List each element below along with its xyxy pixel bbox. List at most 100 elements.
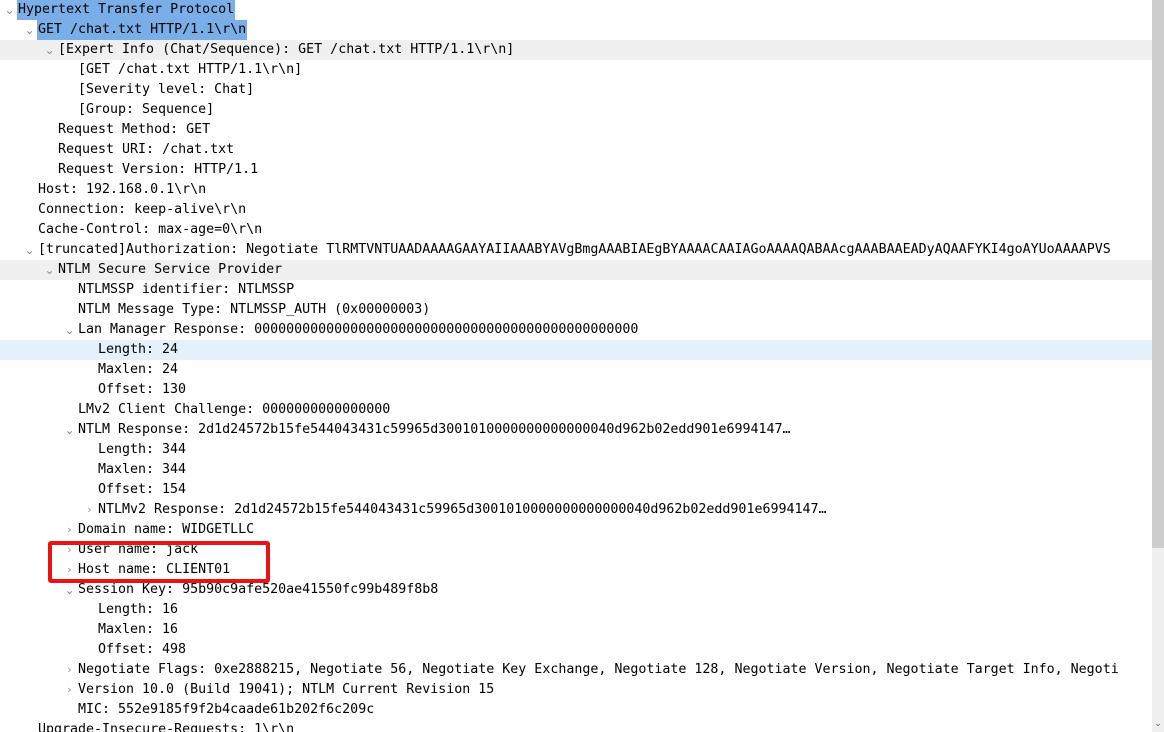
- tree-row[interactable]: Upgrade-Insecure-Requests: 1\r\n: [0, 720, 1152, 732]
- chevron-right-icon[interactable]: ›: [82, 500, 97, 520]
- scrollbar-thumb[interactable]: [1152, 0, 1164, 548]
- chevron-down-icon[interactable]: ⌄: [22, 240, 37, 260]
- tree-row[interactable]: Offset: 498: [0, 640, 1152, 660]
- row-content: ⌄ [Expert Info (Chat/Sequence): GET /chat…: [0, 40, 515, 60]
- row-content: [Severity level: Chat]: [0, 80, 255, 100]
- tree-row-label: Negotiate Flags: 0xe2888215, Negotiate 5…: [78, 662, 1119, 677]
- tree-row-label: Length: 344: [98, 442, 187, 457]
- tree-row[interactable]: › NTLMv2 Response: 2d1d24572b15fe54404343…: [0, 500, 1152, 520]
- tree-row[interactable]: ⌄ NTLM Response: 2d1d24572b15fe544043431c…: [0, 420, 1152, 440]
- tree-row-label: [Severity level: Chat]: [78, 82, 255, 97]
- vertical-scrollbar[interactable]: ⌄: [1152, 0, 1164, 732]
- tree-row[interactable]: ⌄ GET /chat.txt HTTP/1.1\r\n: [0, 20, 1152, 40]
- row-content: Maxlen: 16: [0, 620, 179, 640]
- row-content: ⌄ Hypertext Transfer Protocol: [0, 0, 236, 20]
- twisty-placeholder: [22, 220, 37, 240]
- chevron-down-icon[interactable]: ⌄: [22, 20, 37, 40]
- twisty-placeholder: [42, 160, 57, 180]
- chevron-right-icon[interactable]: ›: [62, 560, 77, 580]
- tree-row[interactable]: › Host name: CLIENT01: [0, 560, 1152, 580]
- tree-row[interactable]: Length: 24: [0, 340, 1152, 360]
- row-content: › Host name: CLIENT01: [0, 560, 231, 580]
- twisty-placeholder: [62, 80, 77, 100]
- tree-row[interactable]: Connection: keep-alive\r\n: [0, 200, 1152, 220]
- scroll-down-arrow-icon[interactable]: ⌄: [1152, 716, 1164, 732]
- tree-row[interactable]: › Version 10.0 (Build 19041); NTLM Curren…: [0, 680, 1152, 700]
- chevron-right-icon[interactable]: ›: [62, 520, 77, 540]
- tree-row[interactable]: Length: 344: [0, 440, 1152, 460]
- tree-row[interactable]: Request URI: /chat.txt: [0, 140, 1152, 160]
- tree-row[interactable]: ⌄ Lan Manager Response: 00000000000000000…: [0, 320, 1152, 340]
- twisty-placeholder: [82, 360, 97, 380]
- tree-row[interactable]: › Negotiate Flags: 0xe2888215, Negotiate …: [0, 660, 1152, 680]
- tree-row-label: Version 10.0 (Build 19041); NTLM Current…: [78, 682, 495, 697]
- tree-row[interactable]: [Severity level: Chat]: [0, 80, 1152, 100]
- chevron-right-icon[interactable]: ›: [62, 680, 77, 700]
- row-content: MIC: 552e9185f9f2b4caade61b202f6c209c: [0, 700, 375, 720]
- tree-row[interactable]: ⌄ [Expert Info (Chat/Sequence): GET /chat…: [0, 40, 1152, 60]
- tree-row[interactable]: NTLMSSP identifier: NTLMSSP: [0, 280, 1152, 300]
- tree-row-label: User name: jack: [78, 542, 199, 557]
- tree-row[interactable]: ⌄ Hypertext Transfer Protocol: [0, 0, 1152, 20]
- tree-row[interactable]: ⌄ Session Key: 95b90c9afe520ae41550fc99b4…: [0, 580, 1152, 600]
- tree-row-label: Request Method: GET: [58, 122, 211, 137]
- chevron-down-icon[interactable]: ⌄: [62, 580, 77, 600]
- tree-row[interactable]: ⌄ [truncated]Authorization: Negotiate TlR…: [0, 240, 1152, 260]
- tree-row-label: Maxlen: 344: [98, 462, 187, 477]
- tree-row[interactable]: Maxlen: 344: [0, 460, 1152, 480]
- row-content: [Group: Sequence]: [0, 100, 215, 120]
- tree-row[interactable]: Host: 192.168.0.1\r\n: [0, 180, 1152, 200]
- tree-row-label: Cache-Control: max-age=0\r\n: [38, 222, 263, 237]
- tree-row[interactable]: MIC: 552e9185f9f2b4caade61b202f6c209c: [0, 700, 1152, 720]
- chevron-down-icon[interactable]: ⌄: [42, 40, 57, 60]
- chevron-down-icon[interactable]: ⌄: [62, 320, 77, 340]
- tree-row[interactable]: Cache-Control: max-age=0\r\n: [0, 220, 1152, 240]
- tree-row[interactable]: NTLM Message Type: NTLMSSP_AUTH (0x00000…: [0, 300, 1152, 320]
- tree-row[interactable]: ⌄ NTLM Secure Service Provider: [0, 260, 1152, 280]
- tree-row[interactable]: [Group: Sequence]: [0, 100, 1152, 120]
- twisty-placeholder: [22, 200, 37, 220]
- twisty-placeholder: [62, 300, 77, 320]
- row-content: Offset: 498: [0, 640, 187, 660]
- tree-row[interactable]: Maxlen: 16: [0, 620, 1152, 640]
- chevron-down-icon[interactable]: ⌄: [62, 420, 77, 440]
- twisty-placeholder: [82, 600, 97, 620]
- tree-row[interactable]: [GET /chat.txt HTTP/1.1\r\n]: [0, 60, 1152, 80]
- tree-row[interactable]: Request Method: GET: [0, 120, 1152, 140]
- tree-row-label: MIC: 552e9185f9f2b4caade61b202f6c209c: [78, 702, 375, 717]
- twisty-placeholder: [82, 460, 97, 480]
- tree-row-label: Domain name: WIDGETLLC: [78, 522, 255, 537]
- tree-row-label: [Expert Info (Chat/Sequence): GET /chat.…: [58, 42, 515, 57]
- row-content: Host: 192.168.0.1\r\n: [0, 180, 207, 200]
- tree-row-label: NTLMv2 Response: 2d1d24572b15fe544043431…: [98, 502, 827, 517]
- tree-row[interactable]: Maxlen: 24: [0, 360, 1152, 380]
- twisty-placeholder: [62, 100, 77, 120]
- row-content: Request Version: HTTP/1.1: [0, 160, 259, 180]
- chevron-right-icon[interactable]: ›: [62, 660, 77, 680]
- twisty-placeholder: [42, 120, 57, 140]
- chevron-right-icon[interactable]: ›: [62, 540, 77, 560]
- tree-row-label: Maxlen: 16: [98, 622, 179, 637]
- chevron-down-icon[interactable]: ⌄: [42, 260, 57, 280]
- tree-row[interactable]: › User name: jack: [0, 540, 1152, 560]
- packet-details-tree[interactable]: ⌄ Hypertext Transfer Protocol ⌄ GET /chat.t…: [0, 0, 1152, 732]
- tree-row[interactable]: › Domain name: WIDGETLLC: [0, 520, 1152, 540]
- tree-row-label: Offset: 498: [98, 642, 187, 657]
- chevron-down-icon[interactable]: ⌄: [2, 0, 17, 20]
- tree-row[interactable]: Offset: 154: [0, 480, 1152, 500]
- tree-row-label: Lan Manager Response: 000000000000000000…: [78, 322, 639, 337]
- tree-row-label: Offset: 130: [98, 382, 187, 397]
- tree-row[interactable]: Length: 16: [0, 600, 1152, 620]
- tree-row[interactable]: Offset: 130: [0, 380, 1152, 400]
- twisty-placeholder: [82, 440, 97, 460]
- tree-row[interactable]: LMv2 Client Challenge: 0000000000000000: [0, 400, 1152, 420]
- row-content: Connection: keep-alive\r\n: [0, 200, 247, 220]
- row-content: ⌄ Session Key: 95b90c9afe520ae41550fc99b4…: [0, 580, 439, 600]
- tree-row[interactable]: Request Version: HTTP/1.1: [0, 160, 1152, 180]
- row-content: ⌄ NTLM Response: 2d1d24572b15fe544043431c…: [0, 420, 791, 440]
- row-content: › Version 10.0 (Build 19041); NTLM Curren…: [0, 680, 495, 700]
- twisty-placeholder: [82, 380, 97, 400]
- row-content: ⌄ GET /chat.txt HTTP/1.1\r\n: [0, 20, 248, 40]
- row-content: LMv2 Client Challenge: 0000000000000000: [0, 400, 391, 420]
- tree-row-label: NTLM Response: 2d1d24572b15fe544043431c5…: [78, 422, 791, 437]
